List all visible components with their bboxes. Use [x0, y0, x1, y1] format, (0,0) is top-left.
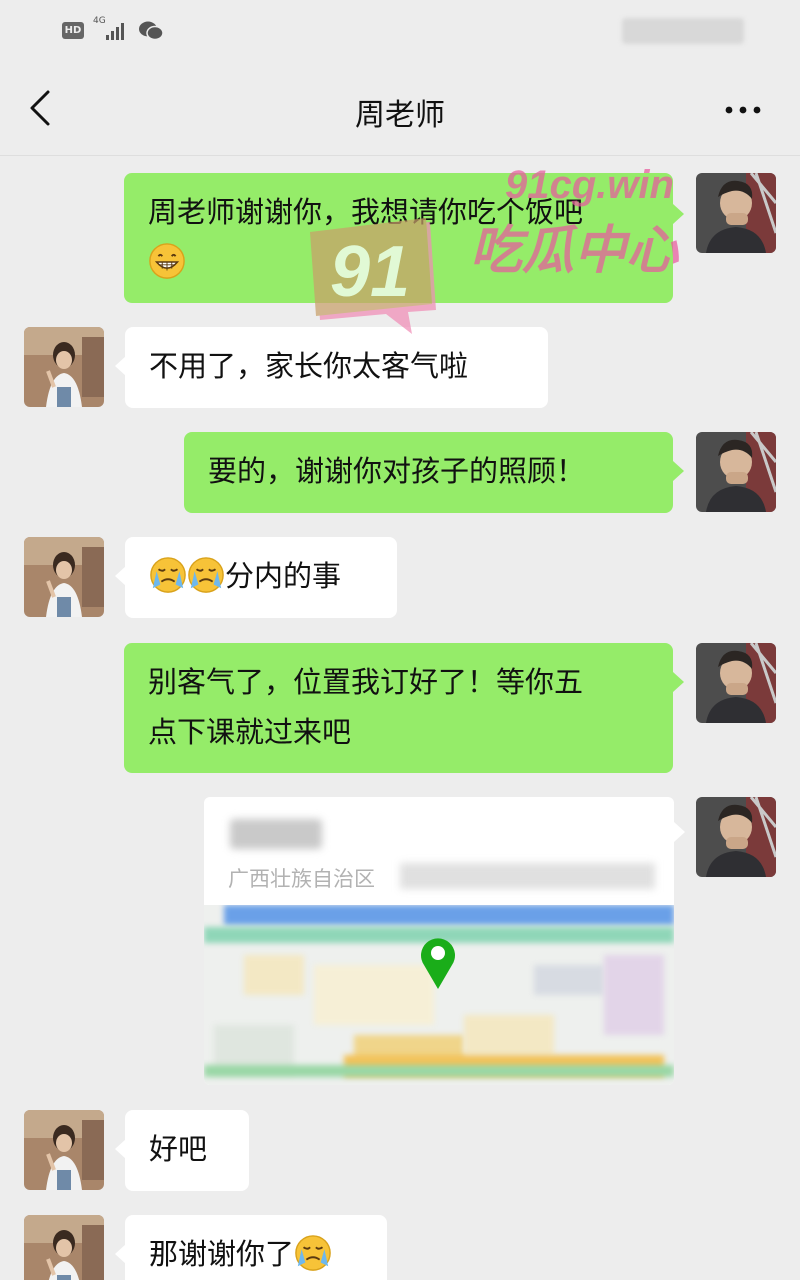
avatar-teacher[interactable]	[24, 1110, 104, 1190]
message-text: 好吧	[149, 1132, 208, 1166]
avatar-teacher[interactable]	[24, 327, 104, 407]
map-preview[interactable]	[204, 905, 674, 1085]
location-address: 广西壮族自治区	[228, 867, 375, 891]
map-pin-icon	[421, 938, 455, 989]
avatar-teacher[interactable]	[24, 1215, 104, 1280]
message-text: 要的，谢谢你对孩子的照顾！	[208, 454, 586, 488]
nav-bar: 周老师	[0, 60, 800, 156]
bubble-tail	[673, 461, 684, 481]
avatar-parent[interactable]	[696, 173, 776, 253]
crying-face-emoji-icon	[188, 557, 224, 593]
location-card[interactable]: 广西壮族自治区	[204, 797, 674, 1085]
chat-title: 周老师	[355, 98, 445, 133]
message-text: 不用了，家长你太客气啦	[149, 349, 469, 383]
message-text-line2: 点下课就过来吧	[148, 715, 352, 749]
message-bubble[interactable]: 不用了，家长你太客气啦	[125, 327, 548, 408]
avatar-parent[interactable]	[696, 797, 776, 877]
message-text: 周老师谢谢你，我想请你吃个饭吧	[148, 195, 584, 229]
hd-badge: HD	[62, 22, 84, 39]
bubble-tail	[674, 822, 685, 842]
crying-face-emoji-icon	[295, 1235, 331, 1271]
message-bubble[interactable]: 别客气了，位置我订好了！等你五 点下课就过来吧	[124, 643, 673, 773]
bubble-tail	[673, 672, 684, 692]
bubble-tail	[673, 204, 684, 224]
wechat-icon	[139, 21, 164, 41]
message-text: 分内的事	[225, 559, 342, 593]
location-name-blurred	[230, 819, 322, 849]
message-bubble[interactable]: 要的，谢谢你对孩子的照顾！	[184, 432, 673, 513]
signal-icon	[106, 22, 132, 40]
message-bubble[interactable]: 那谢谢你了	[125, 1215, 387, 1280]
grinning-face-emoji-icon	[149, 243, 185, 279]
location-address-blurred	[400, 863, 655, 889]
avatar-parent[interactable]	[696, 432, 776, 512]
message-bubble[interactable]: 分内的事	[125, 537, 397, 618]
avatar-parent[interactable]	[696, 643, 776, 723]
message-bubble[interactable]: 周老师谢谢你，我想请你吃个饭吧	[124, 173, 673, 303]
message-text: 那谢谢你了	[149, 1237, 295, 1271]
blurred-status-info	[622, 18, 744, 44]
status-bar: HD 4G	[0, 0, 800, 60]
message-text-line1: 别客气了，位置我订好了！等你五	[148, 665, 584, 699]
message-bubble[interactable]: 好吧	[125, 1110, 249, 1191]
more-options-icon[interactable]	[718, 90, 768, 130]
crying-face-emoji-icon	[150, 557, 186, 593]
avatar-teacher[interactable]	[24, 537, 104, 617]
network-type-label: 4G	[93, 16, 106, 26]
